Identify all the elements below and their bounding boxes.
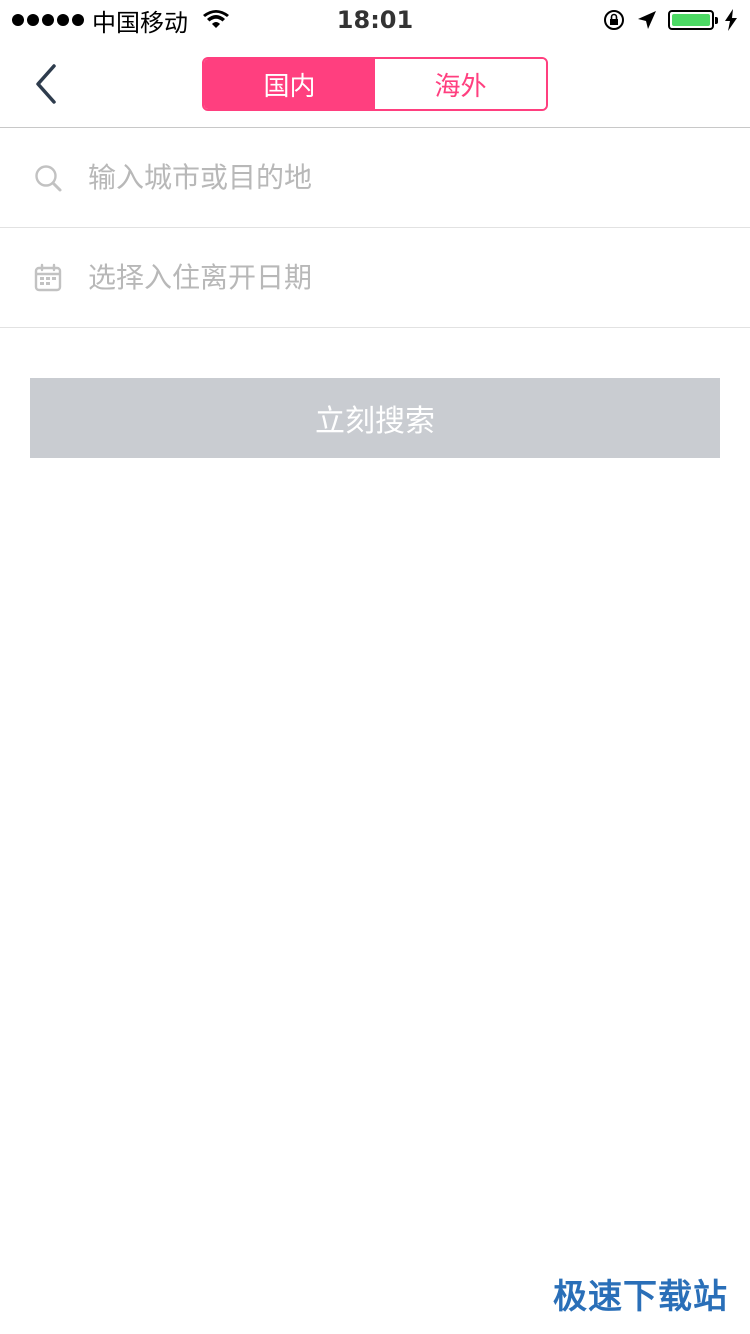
status-right [602, 8, 738, 32]
battery-icon [668, 10, 718, 30]
back-button[interactable] [20, 54, 72, 114]
region-segmented-control: 国内 海外 [202, 57, 548, 111]
rotation-lock-icon [604, 10, 624, 30]
search-icon [32, 162, 64, 194]
tab-overseas[interactable]: 海外 [375, 59, 546, 109]
nav-bar: 国内 海外 [0, 40, 750, 128]
watermark-logo: 极速下载站 [553, 1277, 728, 1317]
battery-fill [672, 14, 710, 26]
search-button[interactable]: 立刻搜索 [30, 378, 720, 458]
status-left: 中国移动 [12, 3, 230, 38]
destination-row[interactable] [0, 128, 750, 228]
destination-input[interactable] [88, 147, 750, 208]
signal-strength-icon [12, 14, 84, 26]
calendar-icon [32, 262, 64, 294]
charging-bolt-icon [725, 9, 737, 31]
date-input[interactable] [88, 247, 750, 308]
date-row[interactable] [0, 228, 750, 328]
chevron-left-icon [36, 64, 56, 104]
wifi-icon [203, 10, 229, 28]
tab-domestic[interactable]: 国内 [204, 59, 375, 109]
location-arrow-icon [638, 11, 656, 29]
status-bar: 中国移动 [0, 0, 750, 40]
carrier-name: 中国移动 [92, 8, 188, 37]
